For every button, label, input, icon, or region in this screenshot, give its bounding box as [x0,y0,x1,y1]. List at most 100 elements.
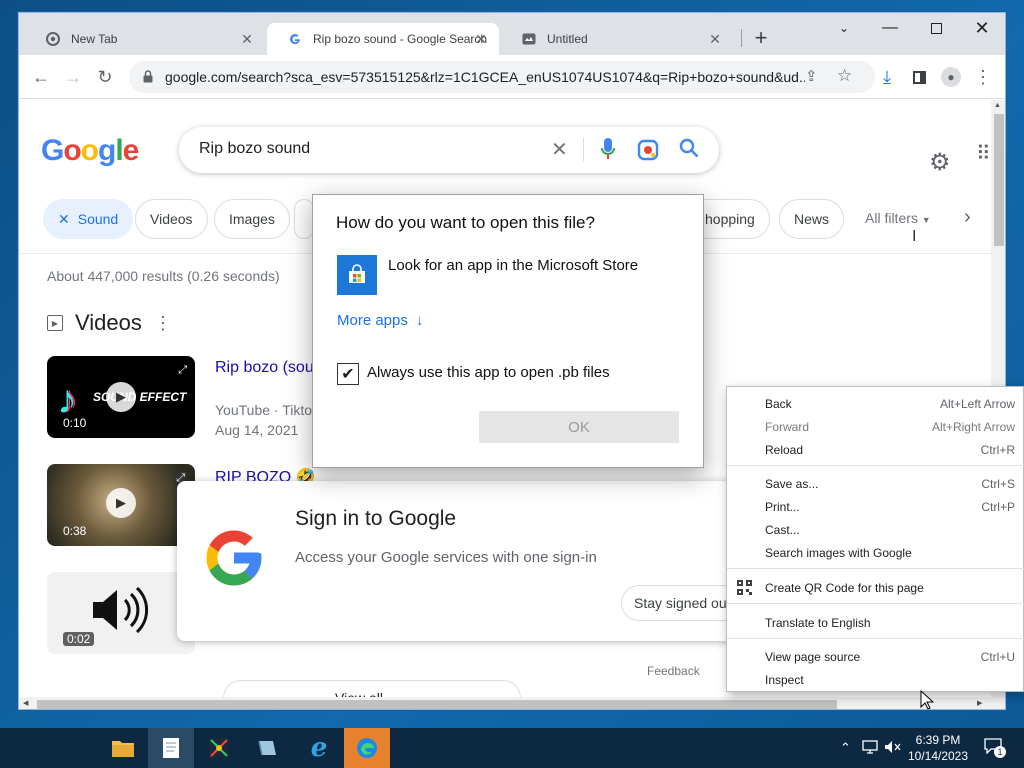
video-title-text: Rip bozo (sou [215,359,314,376]
more-apps-link[interactable]: More apps ↓ [337,312,423,329]
chevron-up-icon[interactable]: ⌃ [840,740,851,756]
video-thumbnail[interactable]: 0:02 [47,572,195,654]
menu-item-print[interactable]: Print... Ctrl+P [727,495,1024,518]
menu-item-qr-code[interactable]: Create QR Code for this page [727,576,1024,599]
maximize-button[interactable] [913,13,959,43]
downloads-button[interactable]: ⤓ [873,63,901,91]
menu-label: Reload [765,442,804,457]
chip-label: hopping [705,211,755,227]
search-box[interactable]: Rip bozo sound ✕ [179,127,719,173]
tab-strip: New Tab ✕ Rip bozo sound - Google Search… [19,13,1005,55]
search-input[interactable]: Rip bozo sound [199,140,310,158]
system-clock[interactable]: 6:39 PM 10/14/2023 [900,732,976,764]
close-tab-icon[interactable]: ✕ [707,31,723,47]
dropdown-arrow-icon: ▼ [921,215,931,225]
google-lens-icon[interactable] [637,139,659,166]
menu-label: Print... [765,499,800,514]
scroll-left-arrow-icon[interactable]: ◀ [23,699,28,707]
scroll-right-arrow-icon[interactable]: ▶ [977,699,982,707]
menu-item-save-as[interactable]: Save as... Ctrl+S [727,472,1024,495]
menu-item-translate[interactable]: Translate to English [727,611,1024,634]
back-button[interactable]: ← [27,63,55,91]
apps-grid-icon[interactable]: ⠿ [976,144,991,164]
url-text: google.com/search?sca_esv=573515125&rlz=… [165,69,805,85]
chrome-menu-button[interactable]: ⋮ [969,63,997,91]
menu-shortcut: Ctrl+S [981,476,1015,491]
notepad-icon[interactable] [148,728,194,768]
always-use-checkbox[interactable]: ✔ [337,363,359,385]
vertical-scroll-thumb[interactable] [994,114,1004,246]
tab-search-button[interactable]: ⌄ [821,13,867,43]
network-icon[interactable] [862,740,878,757]
horizontal-scroll-thumb[interactable] [37,700,837,709]
chip-videos[interactable]: Videos [135,199,208,239]
menu-label: Create QR Code for this page [765,580,924,595]
chip-images[interactable]: Images [214,199,290,239]
notification-center-button[interactable]: 1 [984,738,1008,758]
edge-icon[interactable] [344,728,390,768]
expand-icon: ⤢ [178,364,187,376]
new-tab-button[interactable]: + [747,25,775,53]
search-icon[interactable] [679,138,699,163]
ie-icon[interactable]: e [296,728,342,768]
close-tab-icon[interactable]: ✕ [473,31,489,47]
clear-icon[interactable]: ✕ [551,137,568,162]
menu-separator [727,465,1024,466]
video-thumbnail[interactable]: ♪ SOUND EFFECT ▶ ⤢ 0:10 [47,356,195,438]
reload-button[interactable]: ↻ [91,63,119,91]
bookmark-star-icon[interactable]: ☆ [837,66,852,86]
all-filters-button[interactable]: All filters ▼ [865,210,931,226]
result-stats: About 447,000 results (0.26 seconds) [47,268,280,284]
tab-new-tab[interactable]: New Tab ✕ [25,23,265,55]
chip-sound[interactable]: ✕ Sound [43,199,134,239]
always-use-label[interactable]: Always use this app to open .pb files [367,364,610,381]
play-icon: ▶ [106,382,136,412]
menu-label: Search images with Google [765,545,912,560]
microphone-icon[interactable] [601,137,615,166]
close-window-button[interactable]: ✕ [959,13,1005,43]
chip-news[interactable]: News [779,199,845,239]
google-logo[interactable]: Google [41,134,139,168]
close-tab-icon[interactable]: ✕ [239,31,255,47]
clock-time: 6:39 PM [915,733,961,747]
microsoft-store-icon[interactable] [337,255,377,295]
scroll-up-arrow-icon[interactable]: ▲ [994,102,1001,109]
menu-item-search-images[interactable]: Search images with Google [727,541,1024,564]
menu-item-forward[interactable]: Forward Alt+Right Arrow [727,415,1024,438]
paint-icon[interactable] [196,728,242,768]
chip-partial[interactable] [294,199,314,239]
profile-button[interactable]: ● [937,63,965,91]
reload-icon: ↻ [97,66,113,87]
minimize-button[interactable]: — [867,13,913,43]
file-explorer-icon[interactable] [100,728,146,768]
menu-item-view-source[interactable]: View page source Ctrl+U [727,645,1024,668]
ok-button[interactable]: OK [479,411,679,443]
store-option-label[interactable]: Look for an app in the Microsoft Store [388,257,638,274]
address-bar[interactable]: google.com/search?sca_esv=573515125&rlz=… [129,61,875,93]
menu-item-back[interactable]: Back Alt+Left Arrow [727,392,1024,415]
view-all-button[interactable]: View all → [223,680,521,698]
menu-item-cast[interactable]: Cast... [727,518,1024,541]
video-duration: 0:38 [63,524,87,538]
share-icon[interactable]: ⇪ [805,67,818,85]
settings-gear-icon[interactable]: ⚙ [929,148,951,177]
menu-item-reload[interactable]: Reload Ctrl+R [727,438,1024,461]
horizontal-scrollbar[interactable]: ◀ ▶ [19,697,1005,709]
menu-item-inspect[interactable]: Inspect [727,668,1024,691]
chip-shopping[interactable]: hopping [695,199,770,239]
menu-separator [727,568,1024,569]
chevron-right-icon[interactable]: › [964,206,971,229]
more-options-icon[interactable]: ⋮ [154,313,172,334]
app-icon[interactable] [244,728,290,768]
feedback-link[interactable]: Feedback [647,664,700,678]
video-thumbnail[interactable]: ▶ ⤢ 0:38 [47,464,195,546]
tab-google-search[interactable]: Rip bozo sound - Google Search ✕ [267,23,499,55]
side-panel-button[interactable] [905,63,933,91]
forward-button[interactable]: → [59,63,87,91]
chip-label: Images [229,211,275,227]
tab-untitled[interactable]: Untitled ✕ [501,23,733,55]
video-title[interactable]: Rip bozo (sou [215,359,314,377]
text-cursor-icon: I [912,228,917,245]
tab-title: Untitled [547,32,588,46]
menu-separator [727,603,1024,604]
